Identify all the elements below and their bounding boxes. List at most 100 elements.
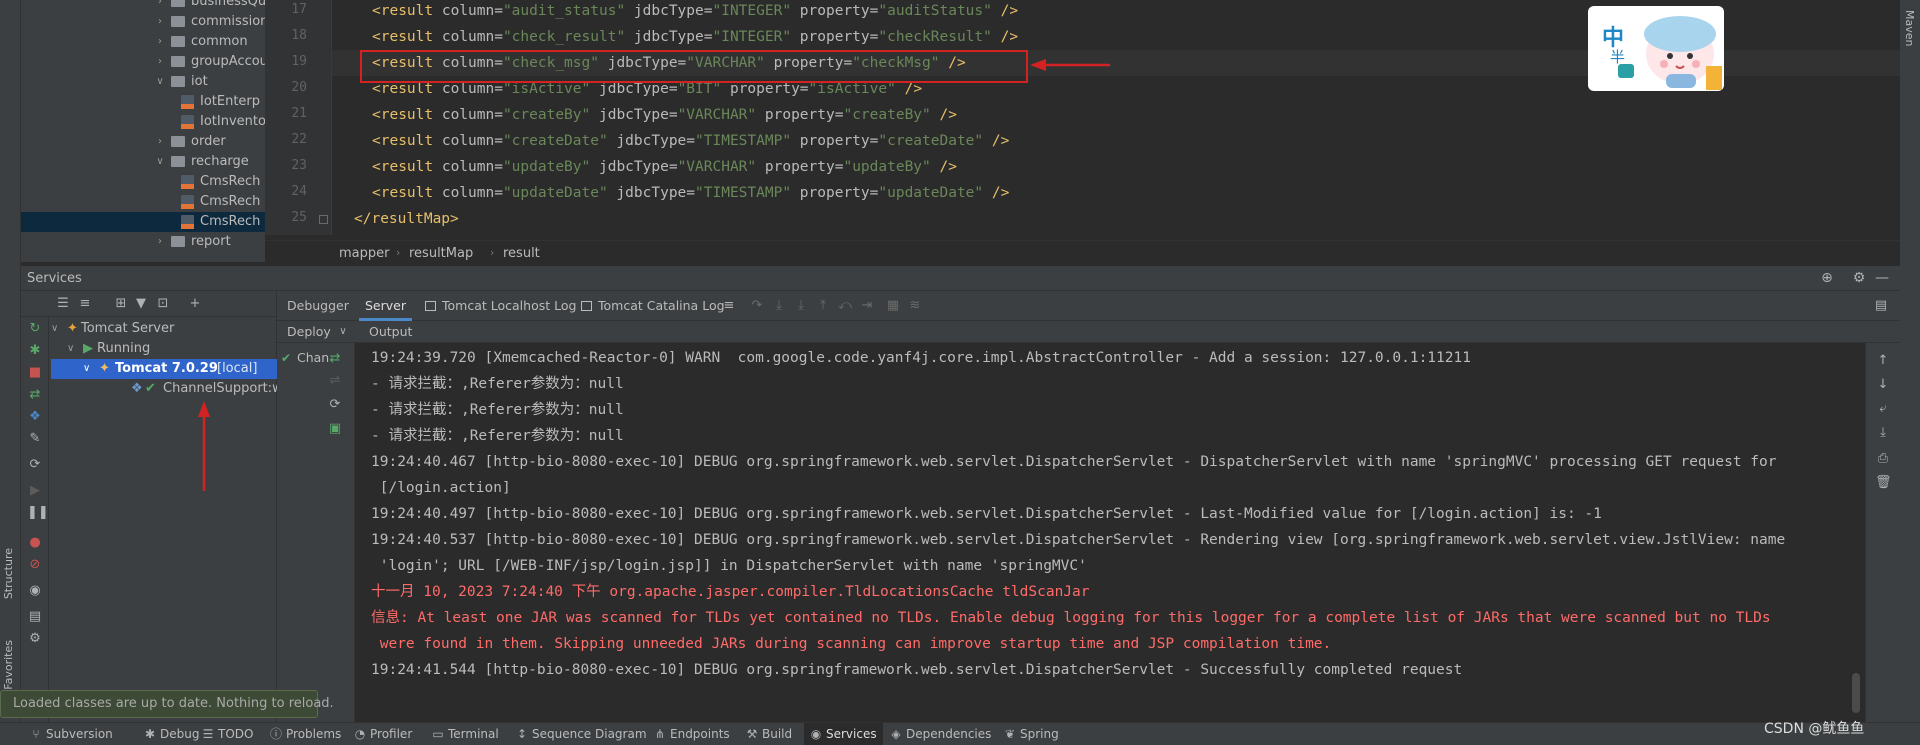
print-icon[interactable]: ⎙	[1875, 451, 1891, 467]
breadcrumb-item[interactable]: result	[503, 246, 540, 261]
tree-folder[interactable]: › commissionl	[21, 12, 265, 32]
debug-icon[interactable]: ✱	[27, 343, 43, 359]
arrow-up-icon[interactable]: ↑	[1875, 353, 1891, 369]
tab-debugger[interactable]: Debugger	[281, 291, 355, 321]
code-line[interactable]: </resultMap>	[354, 206, 459, 232]
step-over-icon[interactable]: ↷	[749, 298, 765, 314]
breadcrumb-item[interactable]: resultMap	[409, 246, 473, 261]
collapse-all-icon[interactable]: ≡	[77, 296, 93, 312]
tree-file[interactable]: CmsRech	[21, 212, 265, 232]
fold-icon[interactable]	[319, 215, 328, 224]
layout-icon[interactable]: ▤	[27, 609, 43, 625]
subtab-deploy[interactable]: Deploy	[281, 321, 337, 343]
chevron-down-icon[interactable]: ∨	[155, 72, 165, 92]
chevron-right-icon[interactable]: ›	[155, 52, 165, 72]
maven-tab[interactable]: Maven	[1903, 10, 1916, 46]
step-out-icon[interactable]: ⤒	[815, 298, 831, 314]
crosshair-icon[interactable]: ⊕	[1819, 270, 1835, 286]
console-scrollbar[interactable]	[1850, 343, 1863, 722]
status-services[interactable]: ◉ Services	[804, 723, 883, 745]
breadcrumb-item[interactable]: mapper	[339, 246, 389, 261]
chevron-right-icon[interactable]: ›	[155, 132, 165, 152]
chevron-right-icon[interactable]: ›	[155, 12, 165, 32]
status-todo[interactable]: ☰ TODO	[202, 723, 254, 745]
add-icon[interactable]: +	[187, 296, 203, 312]
code-line[interactable]: <result column="createDate" jdbcType="TI…	[372, 128, 1009, 154]
tree-file[interactable]: IotInvento	[21, 112, 265, 132]
code-line[interactable]: <result column="createBy" jdbcType="VARC…	[372, 102, 957, 128]
status-debug[interactable]: ✱ Debug	[144, 723, 200, 745]
new-tab-icon[interactable]: ⊡	[155, 296, 171, 312]
status-subversion[interactable]: ⑂ Subversion	[30, 723, 112, 745]
chevron-right-icon[interactable]: ›	[155, 32, 165, 52]
subtab-output[interactable]: Output	[363, 321, 418, 343]
chevron-down-icon[interactable]: ∨	[335, 324, 351, 340]
rerun-icon[interactable]: ↻	[27, 321, 43, 337]
deploy-icon[interactable]: ❖	[27, 409, 43, 425]
tree-tomcat-instance[interactable]: ∨ ✦ Tomcat 7.0.29 [local]	[51, 359, 277, 379]
tree-file[interactable]: CmsRech	[21, 192, 265, 212]
trace-icon[interactable]: ≋	[907, 298, 923, 314]
run-to-cursor-icon[interactable]: ⇥	[859, 298, 875, 314]
force-step-into-icon[interactable]: ⤓	[793, 298, 809, 314]
favorites-tab[interactable]: Favorites	[2, 640, 18, 690]
tree-folder[interactable]: ∨ iot	[21, 72, 265, 92]
chevron-right-icon[interactable]: ›	[155, 0, 165, 12]
status-endpoints[interactable]: ⋔ Endpoints	[654, 723, 730, 745]
gear-icon[interactable]: ⚙	[1851, 270, 1867, 286]
tree-folder[interactable]: › order	[21, 132, 265, 152]
wrench-icon[interactable]: ✎	[27, 431, 43, 447]
structure-tab[interactable]: Structure	[2, 548, 18, 599]
scroll-thumb[interactable]	[1852, 673, 1860, 713]
update-icon[interactable]: ⇄	[27, 387, 43, 403]
chevron-down-icon[interactable]: ∨	[155, 152, 165, 172]
tree-folder[interactable]: › groupAccou	[21, 52, 265, 72]
chevron-right-icon[interactable]: ›	[155, 232, 165, 252]
evaluate-icon[interactable]: ▦	[885, 298, 901, 314]
tree-file[interactable]: IotEnterp	[21, 92, 265, 112]
status-terminal[interactable]: ▭ Terminal	[432, 723, 498, 745]
code-line[interactable]: <result column="audit_status" jdbcType="…	[372, 0, 1018, 24]
pause-icon[interactable]: ❚❚	[27, 505, 49, 521]
scroll-to-end-icon[interactable]: ⤓	[1875, 425, 1891, 441]
refresh-icon[interactable]: ⟳	[327, 397, 343, 413]
tree-folder[interactable]: › common	[21, 32, 265, 52]
deploy-item[interactable]: Chan	[297, 350, 329, 365]
tab-server[interactable]: Server	[359, 291, 412, 321]
status-problems[interactable]: ⓘ Problems	[270, 723, 341, 745]
minimize-icon[interactable]: —	[1874, 270, 1890, 286]
code-line[interactable]: <result column="check_result" jdbcType="…	[372, 24, 1018, 50]
console-output[interactable]: 19:24:39.720 [Xmemcached-Reactor-0] WARN…	[355, 343, 1865, 722]
status-spring[interactable]: ❦ Spring	[1004, 723, 1059, 745]
code-line[interactable]: <result column="updateBy" jdbcType="VARC…	[372, 154, 957, 180]
filter-icon[interactable]: ▼	[133, 296, 149, 312]
settings-icon[interactable]: ⚙	[27, 631, 43, 647]
refresh-icon[interactable]: ⟳	[27, 457, 43, 473]
status-profiler[interactable]: ◔ Profiler	[354, 723, 413, 745]
deploy-all-icon[interactable]: ⇄	[327, 351, 343, 367]
tab-tomcat-localhost-log[interactable]: Tomcat Localhost Log	[419, 291, 582, 321]
soft-wrap-icon[interactable]: ⤶	[1875, 401, 1891, 417]
camera-icon[interactable]: ◉	[27, 583, 43, 599]
undeploy-icon[interactable]: ⇌	[327, 373, 343, 389]
code-line[interactable]: <result column="updateDate" jdbcType="TI…	[372, 180, 1009, 206]
expand-all-icon[interactable]: ☰	[55, 296, 71, 312]
menu-icon[interactable]: ≡	[721, 298, 737, 314]
drop-frame-icon[interactable]: ⤺	[837, 298, 853, 314]
tree-file[interactable]: CmsRech	[21, 172, 265, 192]
resume-icon[interactable]: ▶	[27, 483, 43, 499]
tree-folder[interactable]: › businessQue	[21, 0, 265, 12]
reload-notification[interactable]: Loaded classes are up to date. Nothing t…	[0, 690, 334, 718]
layout-settings-icon[interactable]: ▤	[1873, 298, 1889, 314]
status-dependencies[interactable]: ◈ Dependencies	[890, 723, 991, 745]
tab-tomcat-catalina-log[interactable]: Tomcat Catalina Log	[575, 291, 731, 321]
status-sequence-diagram[interactable]: ↕ Sequence Diagram	[516, 723, 647, 745]
status-build[interactable]: ⚒ Build	[746, 723, 793, 745]
tree-folder[interactable]: ∨ recharge	[21, 152, 265, 172]
mute-breakpoints-icon[interactable]: ⊘	[27, 557, 43, 573]
step-into-icon[interactable]: ⤓	[771, 298, 787, 314]
group-icon[interactable]: ⊞	[113, 296, 129, 312]
open-browser-icon[interactable]: ▣	[327, 421, 343, 437]
arrow-down-icon[interactable]: ↓	[1875, 377, 1891, 393]
trash-icon[interactable]: 🗑	[1875, 475, 1892, 491]
